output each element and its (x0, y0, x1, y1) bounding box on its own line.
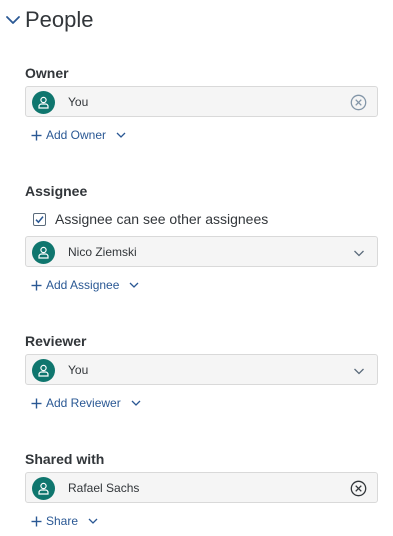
reviewer-value: You (68, 363, 89, 377)
plus-icon (31, 280, 42, 290)
shared-with-field[interactable]: Rafael Sachs (25, 472, 378, 503)
plus-icon (31, 516, 42, 526)
clear-icon[interactable] (350, 480, 367, 497)
chevron-down-icon[interactable] (131, 398, 141, 408)
owner-field[interactable]: You (25, 86, 378, 117)
chevron-down-icon[interactable] (88, 516, 98, 526)
share-label: Share (46, 514, 79, 528)
person-icon (38, 96, 49, 109)
assignee-field[interactable]: Nico Ziemski (25, 236, 378, 267)
checkmark-icon (35, 215, 44, 223)
person-icon (38, 482, 49, 495)
add-owner-label: Add Owner (46, 128, 107, 142)
assignee-value: Nico Ziemski (68, 245, 137, 259)
plus-icon (31, 398, 42, 408)
add-owner-button[interactable]: Add Owner (31, 126, 126, 144)
reviewer-label: Reviewer (25, 333, 87, 349)
owner-label: Owner (25, 65, 69, 81)
chevron-down-icon[interactable] (350, 244, 367, 261)
chevron-down-icon[interactable] (129, 280, 139, 290)
collapse-chevron-icon[interactable] (5, 12, 21, 28)
person-icon (38, 246, 49, 259)
shared-with-value: Rafael Sachs (68, 481, 140, 495)
page-title: People (25, 7, 94, 32)
owner-value: You (68, 95, 89, 109)
assignee-visibility-checkbox[interactable] (33, 212, 46, 226)
add-reviewer-button[interactable]: Add Reviewer (31, 394, 141, 412)
add-reviewer-label: Add Reviewer (46, 396, 121, 410)
avatar (32, 241, 55, 264)
avatar (32, 359, 55, 382)
add-assignee-label: Add Assignee (46, 278, 120, 292)
shared-with-label: Shared with (25, 451, 105, 467)
clear-icon[interactable] (350, 94, 367, 111)
reviewer-field[interactable]: You (25, 354, 378, 385)
add-assignee-button[interactable]: Add Assignee (31, 276, 139, 294)
assignee-visibility-option[interactable]: Assignee can see other assignees (33, 210, 268, 228)
assignee-label: Assignee (25, 183, 88, 199)
share-button[interactable]: Share (31, 512, 98, 530)
person-icon (38, 364, 49, 377)
chevron-down-icon[interactable] (350, 362, 367, 379)
avatar (32, 477, 55, 500)
avatar (32, 91, 55, 114)
chevron-down-icon[interactable] (116, 130, 126, 140)
plus-icon (31, 130, 42, 140)
assignee-visibility-label: Assignee can see other assignees (55, 211, 269, 227)
